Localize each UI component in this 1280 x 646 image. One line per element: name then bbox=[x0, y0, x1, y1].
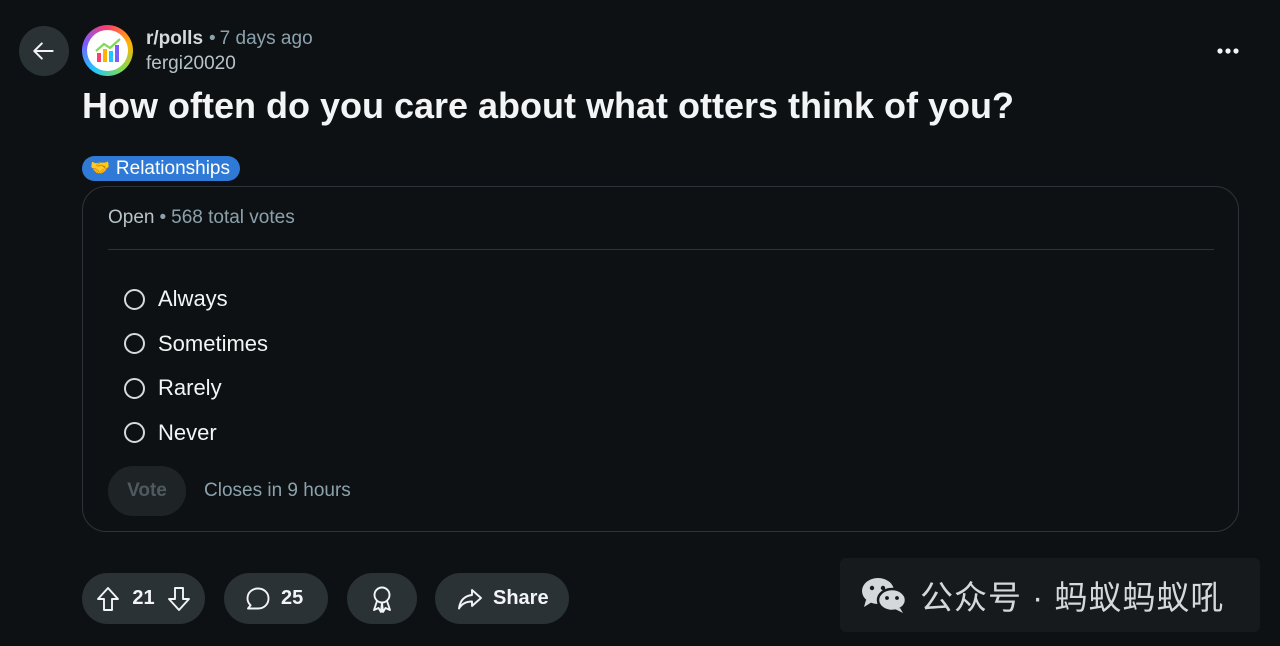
post-page: r/polls • 7 days ago fergi20020 How often … bbox=[0, 0, 1280, 646]
poll-header: Open • 568 total votes bbox=[108, 206, 295, 230]
option-label: Sometimes bbox=[158, 330, 269, 356]
upvote-button[interactable] bbox=[96, 586, 120, 612]
radio-button[interactable] bbox=[124, 422, 145, 444]
watermark: 公众号 · 蚂蚁蚂蚁吼 bbox=[840, 558, 1260, 632]
post-flair[interactable]: 🤝 Relationships bbox=[82, 156, 240, 181]
award-button[interactable] bbox=[347, 573, 417, 624]
score-count: 21 bbox=[132, 587, 155, 609]
post-author[interactable]: fergi20020 bbox=[146, 52, 236, 76]
avatar-inner bbox=[87, 30, 128, 71]
poll-separator: • bbox=[159, 207, 167, 228]
post-title: How often do you care about what otters … bbox=[82, 85, 1015, 126]
award-ribbon-icon bbox=[373, 586, 391, 613]
poll-card: Open • 568 total votes Always Sometimes Ra… bbox=[82, 186, 1239, 532]
share-arrow-icon bbox=[458, 588, 482, 609]
subreddit-avatar[interactable] bbox=[82, 25, 133, 76]
speech-bubble-icon bbox=[246, 587, 270, 609]
post-age: 7 days ago bbox=[219, 28, 313, 49]
wechat-logo-icon bbox=[862, 578, 908, 613]
poll-option-rarely[interactable]: Rarely bbox=[124, 366, 268, 411]
poll-option-never[interactable]: Never bbox=[124, 411, 268, 456]
post-meta: r/polls • 7 days ago bbox=[146, 27, 313, 51]
option-label: Rarely bbox=[158, 375, 222, 401]
arrow-down-icon bbox=[168, 586, 190, 611]
arrow-left-icon bbox=[33, 42, 54, 60]
poll-divider bbox=[108, 249, 1214, 250]
poll-closes-text: Closes in 9 hours bbox=[204, 480, 351, 501]
arrow-up-icon bbox=[97, 586, 119, 611]
vote-group: 21 bbox=[82, 573, 205, 624]
more-options-button[interactable] bbox=[1208, 38, 1248, 64]
downvote-button[interactable] bbox=[167, 586, 191, 612]
poll-option-always[interactable]: Always bbox=[124, 277, 268, 322]
flair-label: Relationships bbox=[115, 158, 230, 179]
poll-status: Open bbox=[108, 207, 155, 228]
subreddit-name[interactable]: r/polls bbox=[146, 28, 203, 49]
comment-count: 25 bbox=[281, 587, 304, 609]
share-button[interactable]: Share bbox=[435, 573, 569, 624]
handshake-icon: 🤝 bbox=[90, 160, 110, 177]
watermark-text: 公众号 · 蚂蚁蚂蚁吼 bbox=[920, 579, 1225, 616]
radio-button[interactable] bbox=[124, 377, 145, 399]
bar-chart-icon bbox=[94, 37, 121, 62]
poll-options: Always Sometimes Rarely Never bbox=[124, 277, 268, 455]
option-label: Always bbox=[158, 286, 228, 312]
option-label: Never bbox=[158, 419, 217, 445]
comments-button[interactable]: 25 bbox=[224, 573, 328, 624]
poll-total-votes: 568 total votes bbox=[171, 207, 295, 228]
meta-separator: • bbox=[209, 28, 216, 49]
poll-option-sometimes[interactable]: Sometimes bbox=[124, 322, 268, 367]
back-button[interactable] bbox=[19, 26, 69, 76]
vote-button[interactable]: Vote bbox=[108, 466, 186, 516]
radio-button[interactable] bbox=[124, 288, 145, 310]
share-label: Share bbox=[493, 587, 549, 609]
more-horizontal-icon bbox=[1217, 48, 1239, 54]
radio-button[interactable] bbox=[124, 333, 145, 355]
